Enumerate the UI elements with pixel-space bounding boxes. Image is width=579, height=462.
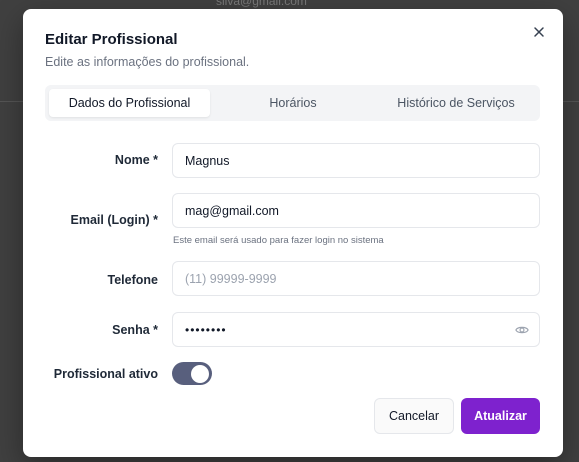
eye-icon[interactable] xyxy=(515,323,529,337)
tab-horarios[interactable]: Horários xyxy=(213,89,373,117)
password-value: •••••••• xyxy=(185,322,227,337)
background-email-text: silva@gmail.com xyxy=(216,0,307,8)
active-toggle[interactable] xyxy=(172,362,212,385)
tab-dados-profissional[interactable]: Dados do Profissional xyxy=(49,89,210,117)
close-button[interactable] xyxy=(529,22,549,42)
background-divider xyxy=(0,101,23,102)
phone-input[interactable]: (11) 99999-9999 xyxy=(172,261,540,296)
close-icon xyxy=(534,27,544,37)
edit-professional-dialog: Editar Profissional Edite as informações… xyxy=(23,9,563,457)
phone-label: Telefone xyxy=(107,273,158,287)
toggle-knob xyxy=(191,364,209,383)
cancel-button[interactable]: Cancelar xyxy=(374,398,454,434)
email-input[interactable]: mag@gmail.com xyxy=(172,193,540,228)
tab-historico-servicos[interactable]: Histórico de Serviços xyxy=(376,89,536,117)
update-button[interactable]: Atualizar xyxy=(461,398,540,434)
name-label: Nome * xyxy=(114,153,158,167)
dialog-description: Edite as informações do profissional. xyxy=(45,55,250,69)
tab-list: Dados do Profissional Horários Histórico… xyxy=(45,85,540,121)
email-hint: Este email será usado para fazer login n… xyxy=(173,235,384,246)
name-input[interactable]: Magnus xyxy=(172,143,540,178)
email-label: Email (Login) * xyxy=(70,213,159,227)
dialog-title: Editar Profissional xyxy=(45,31,178,48)
password-label: Senha * xyxy=(112,323,158,337)
active-label: Profissional ativo xyxy=(53,367,158,381)
password-input[interactable]: •••••••• xyxy=(172,312,540,347)
background-divider-right xyxy=(563,101,579,102)
